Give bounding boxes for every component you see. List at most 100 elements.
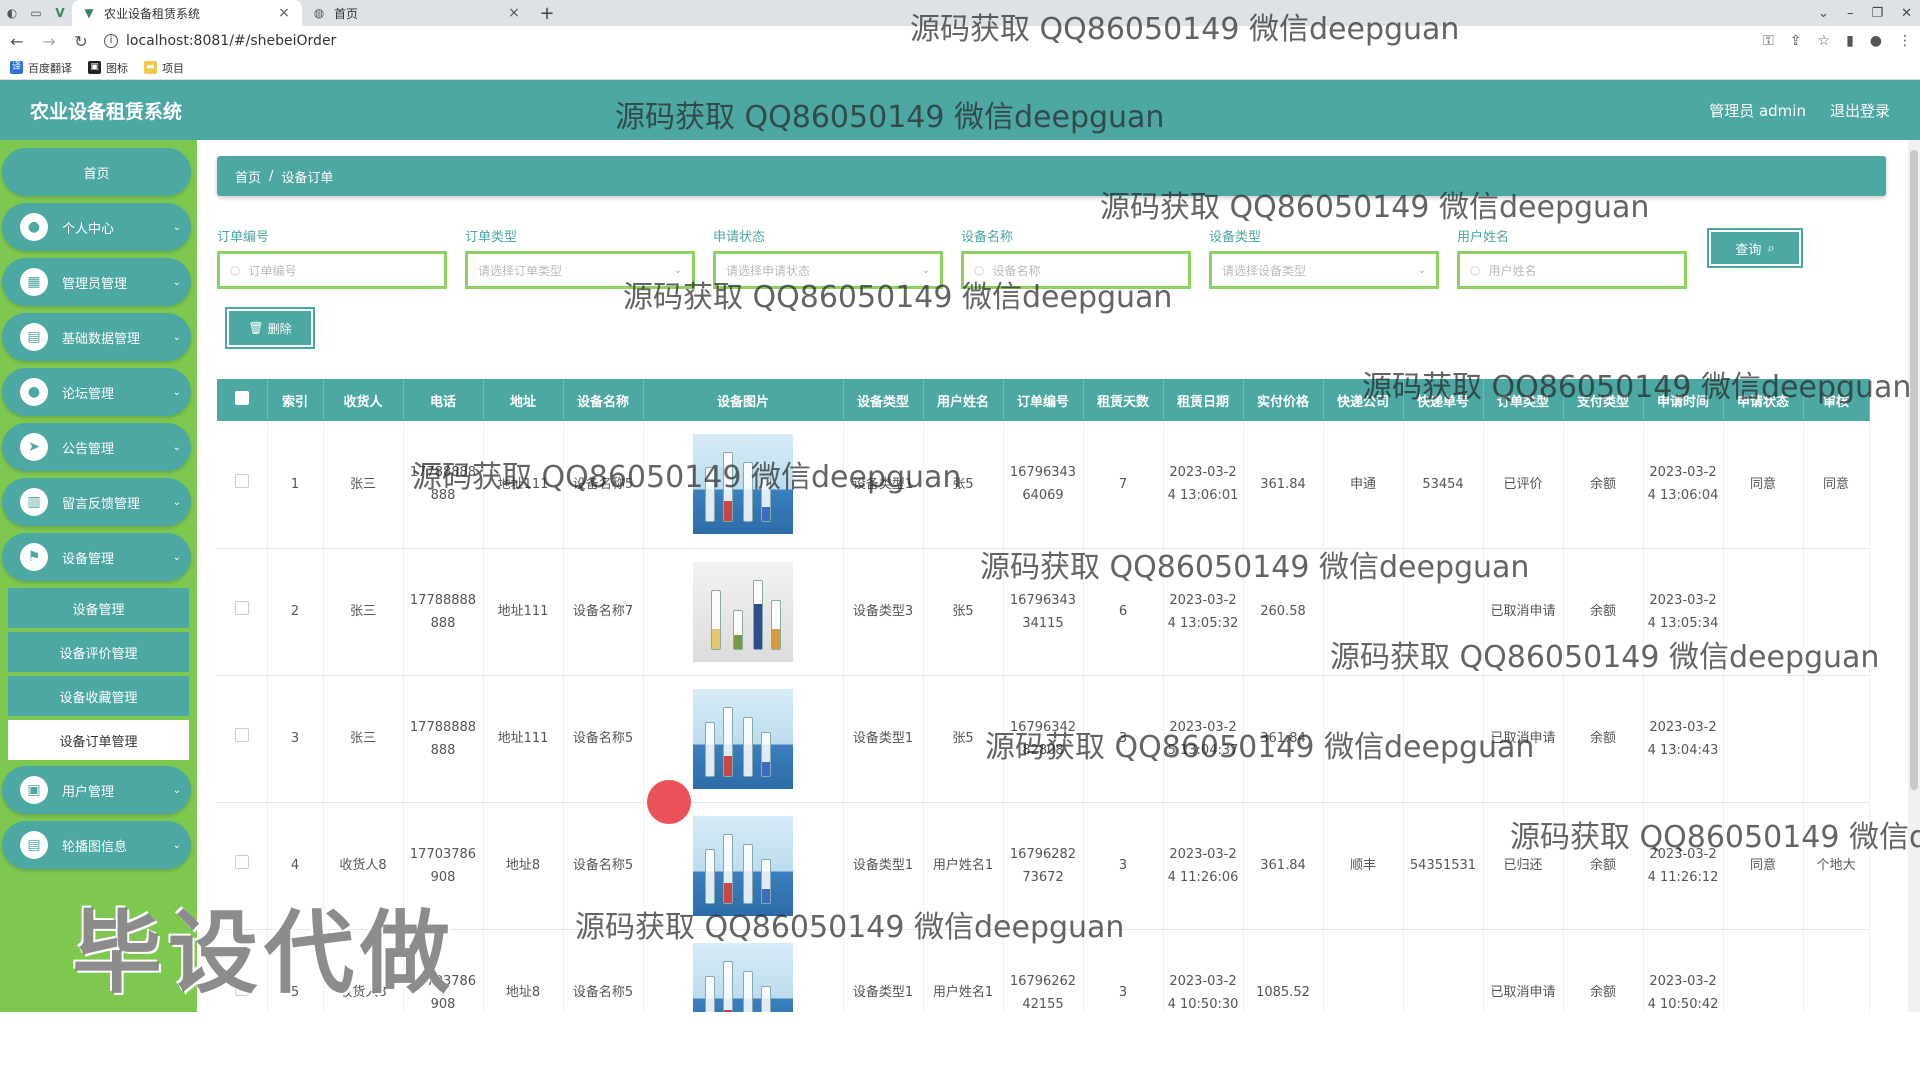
browser-tab-active[interactable]: ▼ 农业设备租赁系统 × [72, 0, 302, 26]
table-cell-expno: 54351531 [1403, 802, 1484, 930]
sidebar-item-home[interactable]: 首页 [2, 148, 191, 196]
search-icon: ○ [230, 263, 241, 277]
page-scrollbar[interactable] [1908, 140, 1920, 1012]
sidepanel-icon[interactable]: ▮ [1846, 33, 1854, 49]
column-header: 订单类型 [1483, 379, 1564, 421]
filter-input[interactable]: ○ 用户姓名 [1457, 251, 1687, 289]
bookmark-item[interactable]: 译百度翻译 [10, 60, 72, 76]
sidebar-item[interactable]: ▣ 用户管理 ⌄ [2, 766, 191, 814]
table-row[interactable]: 4 收货人8 17703786908 地址8 设备名称5 设备类型1 用户姓名1 16796… [217, 802, 1870, 930]
browser-tab[interactable]: ◍ 首页 × [302, 0, 532, 26]
window-controls: ⌄ – ❐ ✕ [1818, 0, 1912, 26]
column-header: 租赁天数 [1083, 379, 1164, 421]
filter-label: 申请状态 [713, 230, 766, 245]
table-cell-expno [1403, 548, 1484, 676]
forward-icon[interactable]: → [40, 32, 58, 51]
more-icon[interactable]: ⋮ [1898, 33, 1912, 49]
filter-select[interactable]: 请选择申请状态 ⌄ [713, 251, 943, 289]
equipment-image[interactable] [693, 815, 793, 916]
table-cell-name: 设备名称7 [563, 548, 644, 676]
submenu-item[interactable]: 设备评价管理 [8, 632, 189, 672]
row-checkbox[interactable] [217, 548, 268, 676]
share-icon[interactable]: ⇪ [1790, 33, 1802, 49]
bookmark-item[interactable]: ▣ 图标 [88, 60, 128, 76]
delete-button[interactable]: 🗑 删除 [225, 307, 315, 349]
submenu-equipment: 设备管理 设备评价管理 设备收藏管理 设备订单管理 [8, 588, 189, 760]
row-checkbox[interactable] [217, 675, 268, 803]
reload-icon[interactable]: ↻ [72, 32, 90, 51]
table-cell-type: 设备类型1 [843, 802, 924, 930]
filter-input[interactable]: ○ 订单编号 [217, 251, 447, 289]
sidebar-item[interactable]: ▥ 留言反馈管理 ⌄ [2, 478, 191, 526]
table-row[interactable]: 5 收货人8 17703786908 地址8 设备名称5 设备类型1 用户姓名1 16796… [217, 929, 1870, 1012]
filter-select[interactable]: 请选择设备类型 ⌄ [1209, 251, 1439, 289]
table-cell-price: 361.84 [1243, 421, 1324, 549]
url-field[interactable]: i localhost:8081/#/shebeiOrder [104, 33, 1749, 49]
chevron-down-icon: ⌄ [172, 331, 181, 343]
minimize-icon[interactable]: – [1847, 6, 1854, 21]
sidebar-item[interactable]: ▤ 基础数据管理 ⌄ [2, 313, 191, 361]
column-header: 设备类型 [843, 379, 924, 421]
equipment-image[interactable] [693, 434, 793, 535]
bookmarks-bar: 译百度翻译 ▣ 图标 ▬ 项目 [0, 56, 1920, 80]
image-icon: ▣ [88, 61, 101, 74]
close-window-icon[interactable]: ✕ [1901, 6, 1912, 21]
flag-icon: ⚑ [20, 543, 48, 571]
chevron-down-icon: ⌄ [172, 496, 181, 508]
bookmark-item[interactable]: ▬ 项目 [144, 60, 184, 76]
star-icon[interactable]: ☆ [1818, 33, 1831, 49]
table-cell-date: 2023-03-25 13:04:37 [1163, 675, 1244, 803]
tab-strip-icon[interactable]: ▭ [24, 0, 48, 26]
table-cell-name: 设备名称5 [563, 802, 644, 930]
breadcrumb-home[interactable]: 首页 [235, 167, 261, 186]
equipment-image[interactable] [693, 942, 793, 1012]
table-row[interactable]: 2 张三 17788888888 地址111 设备名称7 设备类型3 张5 16796343… [217, 548, 1870, 676]
sidebar-item[interactable]: ➤ 公告管理 ⌄ [2, 423, 191, 471]
table-cell-type: 设备类型1 [843, 929, 924, 1012]
sidebar-item[interactable]: ● 论坛管理 ⌄ [2, 368, 191, 416]
logout-link[interactable]: 退出登录 [1830, 100, 1890, 121]
tab-search-icon[interactable]: ⌄ [1818, 6, 1829, 21]
table-row[interactable]: 3 张三 17788888888 地址111 设备名称5 设备类型1 张5 16796342… [217, 675, 1870, 803]
submenu-item[interactable]: 设备收藏管理 [8, 676, 189, 716]
search-icon: ⌕ [1767, 240, 1775, 256]
table-row[interactable]: 1 张三 17788888888 地址111 设备名称5 设备类型1 张5 16796343… [217, 421, 1870, 549]
table-cell-pay: 余额 [1563, 548, 1644, 676]
submenu-item-active[interactable]: 设备订单管理 [8, 720, 189, 760]
submenu-item[interactable]: 设备管理 [8, 588, 189, 628]
equipment-image[interactable] [693, 688, 793, 789]
table-cell-expno: 53454 [1403, 421, 1484, 549]
tab-close-icon[interactable]: × [506, 5, 522, 21]
table-cell-expno [1403, 929, 1484, 1012]
chevron-down-icon: ⌄ [172, 221, 181, 233]
browser-menu-icon[interactable]: ◐ [0, 0, 24, 26]
chevron-down-icon: ⌄ [172, 386, 181, 398]
filter-bar: 订单编号 ○ 订单编号 订单类型 请选择订单类型 ⌄ 申请状态 请选择申请状态 … [217, 226, 1886, 289]
sidebar-item[interactable]: ▦ 管理员管理 ⌄ [2, 258, 191, 306]
vue-favicon-icon: ▼ [84, 6, 94, 20]
sidebar-item[interactable]: ⚑ 设备管理 ⌄ [2, 533, 191, 581]
vue-icon[interactable]: V [48, 0, 72, 26]
filter-field: 设备名称 ○ 设备名称 [961, 226, 1191, 289]
filter-select[interactable]: 请选择订单类型 ⌄ [465, 251, 695, 289]
sidebar-item[interactable]: ● 个人中心 ⌄ [2, 203, 191, 251]
column-header: 快递单号 [1403, 379, 1484, 421]
select-all-checkbox[interactable] [217, 379, 268, 421]
profile-icon[interactable]: ● [1870, 33, 1882, 49]
search-button[interactable]: 查询 ⌕ [1707, 228, 1803, 268]
filter-label: 订单类型 [465, 230, 518, 245]
filter-input[interactable]: ○ 设备名称 [961, 251, 1191, 289]
key-icon[interactable]: ⚿ [1763, 33, 1774, 49]
column-header: 索引 [267, 379, 324, 421]
new-tab-button[interactable]: + [532, 0, 562, 26]
equipment-image[interactable] [693, 561, 793, 662]
table-cell-otype: 已归还 [1483, 802, 1564, 930]
sidebar-item[interactable]: ▤ 轮播图信息 ⌄ [2, 821, 191, 869]
restore-icon[interactable]: ❐ [1871, 6, 1883, 21]
info-icon[interactable]: i [104, 34, 118, 48]
search-icon: ○ [1470, 263, 1481, 277]
back-icon[interactable]: ← [8, 32, 26, 51]
table-cell-user: 用户姓名1 [923, 802, 1004, 930]
row-checkbox[interactable] [217, 421, 268, 549]
tab-close-icon[interactable]: × [276, 5, 292, 21]
